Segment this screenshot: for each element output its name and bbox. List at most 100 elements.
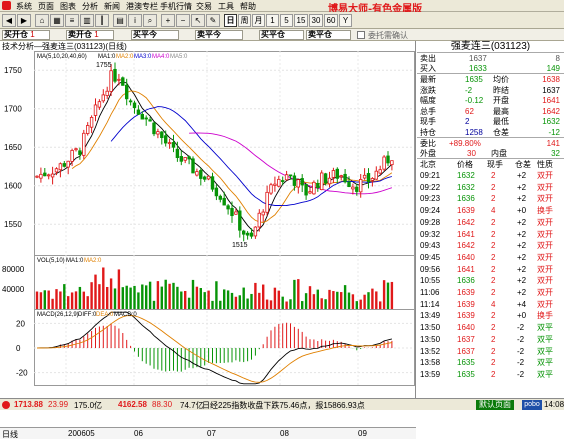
volume-bar bbox=[386, 282, 390, 309]
logo-badge: pobo bbox=[522, 400, 542, 410]
macd-tick-label: 0 bbox=[16, 344, 21, 353]
forward-icon[interactable]: ▶ bbox=[17, 14, 31, 27]
volume-bar bbox=[109, 278, 113, 309]
quote-stat-cell: 现手 bbox=[420, 117, 436, 126]
menu-help[interactable]: 帮助 bbox=[240, 1, 256, 12]
tick-vol: 2 bbox=[491, 288, 496, 297]
period-custom[interactable]: Y bbox=[339, 14, 352, 27]
volume-bar bbox=[382, 280, 386, 309]
kline-chart[interactable]: 1750 1700 1650 1600 1550 80000 40000 20 0 -20 MA(… bbox=[0, 41, 416, 386]
period-15min[interactable]: 15 bbox=[294, 14, 308, 27]
volume-bar bbox=[379, 301, 382, 309]
volume-bar bbox=[195, 286, 199, 309]
volume-bar bbox=[347, 292, 351, 309]
quote-stat-cell: -0.12 bbox=[465, 96, 484, 105]
tick-type: 双平 bbox=[537, 358, 553, 368]
period-month[interactable]: 月 bbox=[252, 14, 265, 27]
volume-bar bbox=[277, 290, 280, 309]
back-icon[interactable]: ◀ bbox=[2, 14, 16, 27]
candle-body bbox=[58, 163, 63, 171]
candle-body bbox=[222, 197, 226, 206]
menu-page[interactable]: 页面 bbox=[38, 1, 54, 12]
candle-body bbox=[78, 150, 82, 155]
volume-bar bbox=[168, 283, 171, 309]
tick-price: 1636 bbox=[457, 276, 475, 286]
period-day[interactable]: 日 bbox=[224, 14, 237, 27]
quote-stat-row: 持仓 1258 仓差 -12 bbox=[417, 128, 564, 138]
period-60min[interactable]: 60 bbox=[324, 14, 338, 27]
macd-legend-1: DIFF:0 bbox=[78, 312, 97, 318]
grid-icon[interactable]: ▦ bbox=[50, 14, 64, 27]
buy-close-field[interactable]: 买平仓 bbox=[259, 30, 304, 40]
sell-close-field[interactable]: 卖平仓 bbox=[306, 30, 351, 40]
tick-price: 1637 bbox=[457, 346, 475, 356]
buy-open-field[interactable]: 买开仓 1 bbox=[2, 30, 50, 40]
confirm-checkbox[interactable] bbox=[357, 31, 365, 39]
buy-close-label: 买平仓 bbox=[261, 30, 285, 39]
quote-stat-cell: 总手 bbox=[420, 106, 436, 116]
connection-badge[interactable]: 默认页面 bbox=[476, 400, 514, 410]
high-label: 1755 bbox=[96, 62, 112, 69]
tick-price: 1639 bbox=[457, 311, 475, 321]
menu-mobile[interactable]: 手机行情 bbox=[160, 1, 192, 12]
chart-icon[interactable]: ▥ bbox=[80, 14, 94, 27]
candle-body bbox=[152, 122, 156, 135]
ma-legend-prefix: MA(5,10,20,40,60) bbox=[37, 54, 87, 60]
menu-analysis[interactable]: 分析 bbox=[82, 1, 98, 12]
candle-body bbox=[238, 210, 242, 231]
list-icon[interactable]: ≡ bbox=[65, 14, 79, 27]
quote-stat-row: 总手 62 最高 1642 bbox=[417, 107, 564, 117]
tick-row: 09:43 1642 2 +2 双开 bbox=[417, 241, 564, 251]
tick-time: 09:24 bbox=[420, 206, 441, 216]
candle-body bbox=[128, 100, 133, 103]
volume-bar bbox=[328, 289, 331, 309]
news-icon[interactable]: ▤ bbox=[113, 14, 127, 27]
volume-bar bbox=[133, 285, 136, 309]
volume-bar bbox=[51, 298, 54, 309]
draw-icon[interactable]: ✎ bbox=[206, 14, 220, 27]
menu-news[interactable]: 新闻 bbox=[104, 1, 120, 12]
search-icon[interactable]: ⌕ bbox=[143, 14, 157, 27]
candle-body bbox=[245, 232, 250, 236]
period-week[interactable]: 周 bbox=[238, 14, 251, 27]
volume-bar bbox=[199, 288, 202, 309]
sell-price: 1637 bbox=[469, 54, 487, 63]
period-30min[interactable]: 30 bbox=[309, 14, 323, 27]
tick-type: 双平 bbox=[537, 334, 553, 344]
candle-body bbox=[167, 142, 172, 145]
buy-close-today-field[interactable]: 买平今 bbox=[131, 30, 179, 40]
zoom-out-icon[interactable]: − bbox=[176, 14, 190, 27]
menu-trade[interactable]: 交易 bbox=[196, 1, 212, 12]
tick-time: 11:14 bbox=[420, 299, 440, 309]
menu-hk-column[interactable]: 港澳专栏 bbox=[126, 1, 158, 12]
volume-bar bbox=[47, 290, 50, 309]
period-1min[interactable]: 1 bbox=[266, 14, 279, 27]
tick-oi: +2 bbox=[517, 171, 527, 180]
menu-tools[interactable]: 工具 bbox=[218, 1, 234, 12]
kline-icon[interactable]: ┃ bbox=[95, 14, 109, 27]
menu-chart[interactable]: 图表 bbox=[60, 1, 76, 12]
news-ticker[interactable]: 日经225指数收盘下跌75.46点，报15866.93点 bbox=[202, 400, 365, 411]
tick-vol: 2 bbox=[491, 346, 496, 356]
tick-oi: +2 bbox=[517, 217, 527, 227]
quote-stat-row: 幅度 -0.12 开盘 1641 bbox=[417, 96, 564, 106]
tick-oi: +4 bbox=[517, 299, 527, 309]
cursor-icon[interactable]: ↖ bbox=[191, 14, 205, 27]
zoom-in-icon[interactable]: + bbox=[161, 14, 175, 27]
candle-body bbox=[234, 211, 238, 215]
period-5min[interactable]: 5 bbox=[280, 14, 293, 27]
macd-legend-2: DEA:0 bbox=[96, 312, 114, 318]
candle-body bbox=[351, 186, 355, 190]
tick-type: 换手 bbox=[537, 311, 553, 321]
sell-open-field[interactable]: 卖开仓 1 bbox=[66, 30, 114, 40]
info-icon[interactable]: i bbox=[128, 14, 142, 27]
quote-stat-cell: 开盘 bbox=[493, 96, 509, 105]
volume-bar bbox=[343, 285, 347, 309]
price-tick-label: 1550 bbox=[4, 220, 22, 229]
home-icon[interactable]: ⌂ bbox=[35, 14, 49, 27]
volume-bar bbox=[176, 286, 179, 309]
volume-bar bbox=[106, 286, 109, 309]
sell-close-today-field[interactable]: 卖平今 bbox=[195, 30, 243, 40]
candle-body bbox=[101, 94, 105, 102]
menu-system[interactable]: 系统 bbox=[16, 1, 32, 12]
